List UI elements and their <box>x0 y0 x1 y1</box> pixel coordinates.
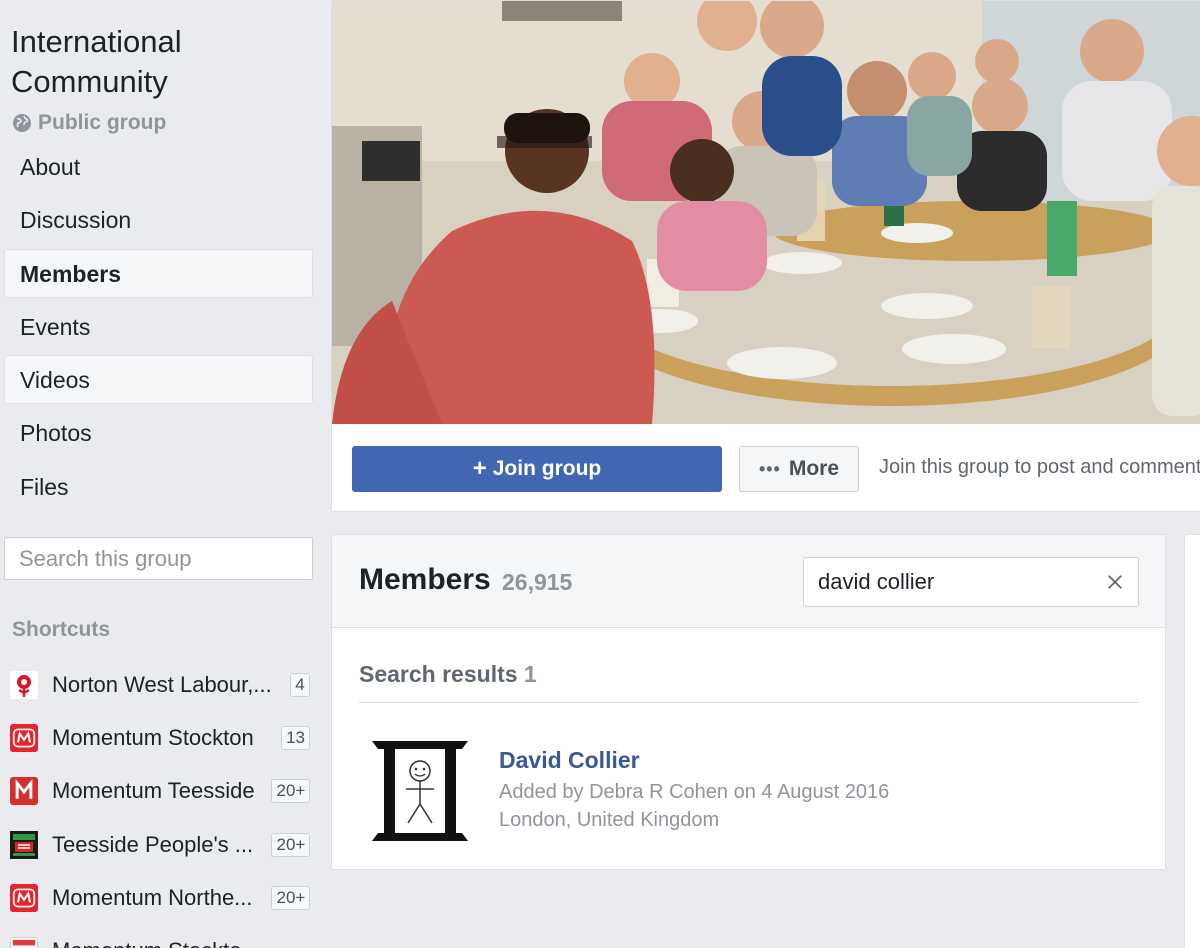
members-header: Members 26,915 <box>332 535 1165 628</box>
nav-item-about[interactable]: About <box>4 142 313 191</box>
shortcut-item[interactable]: Momentum Teesside 20+ <box>10 765 310 818</box>
members-count: 26,915 <box>502 569 573 595</box>
shortcut-label: Momentum Northe... <box>52 884 253 910</box>
privacy-text: Public group <box>38 111 167 134</box>
group-name[interactable]: International Community <box>11 22 311 102</box>
nav-item-videos[interactable]: Videos <box>4 355 313 405</box>
cover-photo-image <box>332 1 1200 424</box>
shortcut-count-badge: 13 <box>281 725 310 750</box>
search-results-count: 1 <box>523 661 537 687</box>
right-column-card <box>1184 534 1200 948</box>
member-location: London, United Kingdom <box>499 809 720 831</box>
shortcuts-list: Norton West Labour,... 4 Momentum Stockt… <box>10 658 310 948</box>
momentum-m-icon <box>10 723 38 752</box>
nav-item-events[interactable]: Events <box>4 302 313 351</box>
momentum-m-icon <box>10 777 38 806</box>
clear-search-icon[interactable] <box>1106 572 1124 592</box>
group-search-box[interactable] <box>4 537 313 580</box>
calendar-icon: 7 <box>10 937 38 948</box>
shortcut-label: Momentum Stockton <box>52 724 254 750</box>
shortcut-item[interactable]: Norton West Labour,... 4 <box>10 658 310 711</box>
member-name-link[interactable]: David Collier <box>499 747 640 774</box>
join-group-label: Join group <box>492 457 602 480</box>
join-hint-text: Join this group to post and comment. <box>879 456 1200 478</box>
nav-item-files[interactable]: Files <box>4 462 313 511</box>
shortcut-item[interactable]: Momentum Northe... 20+ <box>10 871 310 924</box>
search-results-text: Search results <box>359 661 518 687</box>
workers-out-icon <box>10 830 38 859</box>
shortcut-count-badge: 20+ <box>271 832 310 857</box>
momentum-m-icon <box>10 883 38 912</box>
members-title: Members <box>359 563 491 596</box>
nav-item-members[interactable]: Members <box>4 248 313 298</box>
shortcut-item[interactable]: Teesside People's ... 20+ <box>10 818 310 871</box>
member-search-input[interactable] <box>818 569 1106 595</box>
group-nav: About Discussion Members Events Videos P… <box>4 142 313 515</box>
globe-icon <box>13 114 31 132</box>
members-card: Members 26,915 Search results 1 <box>331 534 1166 870</box>
shortcut-count-badge: 4 <box>290 672 310 697</box>
results-divider <box>359 702 1139 703</box>
member-avatar[interactable] <box>370 739 470 843</box>
ellipsis-icon: ••• <box>758 458 781 479</box>
stick-figure-avatar-icon <box>370 739 470 843</box>
more-label: More <box>788 457 840 480</box>
group-action-bar: + Join group ••• More Join this group to… <box>332 424 1200 511</box>
shortcut-label: Momentum Teesside <box>52 778 255 804</box>
shortcut-label: Teesside People's ... <box>52 831 254 857</box>
more-button[interactable]: ••• More <box>739 446 859 492</box>
member-meta: Added by Debra R Cohen on 4 August 2016 … <box>499 778 889 834</box>
search-results-label: Search results 1 <box>359 661 537 688</box>
privacy-label: Public group <box>12 111 166 135</box>
nav-item-photos[interactable]: Photos <box>4 408 313 457</box>
shortcut-label: Momentum Stockton m... <box>52 938 274 948</box>
shortcut-label: Norton West Labour,... <box>52 671 272 697</box>
nav-item-discussion[interactable]: Discussion <box>4 195 313 244</box>
group-cover-card: + Join group ••• More Join this group to… <box>331 0 1200 512</box>
shortcut-count-badge: 20+ <box>271 885 310 910</box>
shortcut-item[interactable]: Momentum Stockton 13 <box>10 711 310 764</box>
join-group-button[interactable]: + Join group <box>352 446 722 492</box>
left-sidebar: International Community Public group Abo… <box>0 0 320 948</box>
member-search-box[interactable] <box>803 557 1139 607</box>
shortcuts-header: Shortcuts <box>12 618 111 641</box>
member-added-by: Added by Debra R Cohen on 4 August 2016 <box>499 781 890 803</box>
plus-icon: + <box>472 455 487 482</box>
shortcut-count-badge: 20+ <box>271 779 310 804</box>
cover-photo[interactable] <box>332 1 1200 424</box>
labour-rose-icon <box>10 670 38 699</box>
shortcut-item[interactable]: 7 Momentum Stockton m... <box>10 924 310 948</box>
group-search-input[interactable] <box>19 545 307 572</box>
